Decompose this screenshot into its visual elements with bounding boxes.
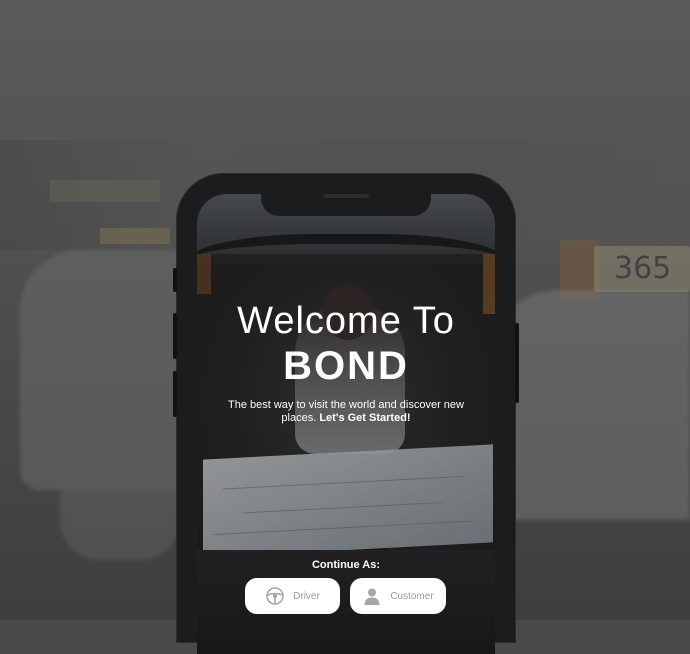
person-icon: [362, 586, 382, 606]
customer-button[interactable]: Customer: [350, 578, 446, 614]
background-sign: [50, 180, 160, 202]
phone-volume-down: [173, 371, 177, 417]
welcome-heading: Welcome To: [237, 300, 455, 342]
driver-button[interactable]: Driver: [245, 578, 340, 614]
phone-speaker: [323, 194, 369, 198]
phone-mute-switch: [173, 268, 177, 292]
phone-power-button: [515, 323, 519, 403]
customer-button-label: Customer: [390, 590, 434, 602]
tagline-cta: Let's Get Started!: [319, 412, 411, 424]
background-taxi-sign: [100, 228, 170, 244]
phone-screen: Welcome To BOND The best way to visit th…: [197, 194, 495, 654]
background-license-plate: 365: [594, 246, 690, 292]
brand-title: BOND: [283, 344, 409, 388]
continue-as-label: Continue As:: [311, 559, 381, 571]
background-car-left-rear: [60, 300, 180, 560]
steering-wheel-icon: [265, 586, 285, 606]
phone-volume-up: [173, 313, 177, 359]
driver-button-label: Driver: [293, 590, 320, 602]
tagline: The best way to visit the world and disc…: [217, 399, 475, 425]
phone-mockup: Welcome To BOND The best way to visit th…: [173, 173, 519, 654]
